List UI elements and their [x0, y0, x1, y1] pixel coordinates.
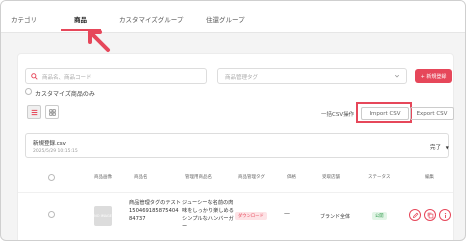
copy-icon	[427, 212, 433, 218]
tag-badge: ダウンロード	[235, 212, 267, 220]
copy-button[interactable]	[424, 209, 436, 221]
search-icon	[31, 73, 38, 80]
upload-status[interactable]: 完了 ▼	[430, 143, 449, 151]
header-edit: 編集	[425, 175, 434, 180]
edit-button[interactable]	[409, 209, 421, 221]
header-admin-name: 管理用商品名	[185, 175, 212, 180]
header-status: ステータス	[368, 175, 391, 180]
grid-view-button[interactable]	[45, 105, 59, 119]
pointer-arrow-icon	[88, 30, 110, 52]
select-all-checkbox[interactable]	[48, 174, 55, 181]
new-register-button[interactable]: + 新規登録	[415, 69, 452, 83]
list-icon	[31, 109, 37, 115]
product-panel: 商品名、商品コード 商品管理タグ + 新規登録 カスタマイズ商品のみ 一括CSV…	[17, 53, 454, 240]
header-image: 商品画像	[94, 175, 112, 180]
search-placeholder: 商品名、商品コード	[42, 75, 92, 81]
custom-only-checkbox[interactable]	[25, 88, 32, 95]
export-csv-button[interactable]: Export CSV	[410, 107, 454, 120]
header-tag: 商品管理タグ	[238, 175, 265, 180]
product-thumbnail: NO IMAGE	[94, 206, 112, 226]
table-header: 商品画像 商品名 管理用商品名 商品管理タグ 価格 受取店舗 ステータス 編集	[18, 172, 453, 184]
product-name-cell: 商品管理タグのテスト 150469185875404 84737	[129, 199, 183, 223]
tab-group[interactable]: 住還グループ	[206, 14, 245, 24]
header-store: 受取店舗	[322, 175, 340, 180]
bulk-csv-label: 一括CSV操作	[321, 112, 355, 118]
grid-icon	[48, 108, 56, 116]
import-highlight-box	[356, 102, 412, 123]
tab-bar: カテゴリ 商品 カスタマイズグループ 住還グループ	[1, 1, 465, 33]
caret-down-icon: ▼	[445, 145, 449, 150]
custom-only-label: カスタマイズ商品のみ	[35, 91, 95, 98]
tag-select[interactable]: 商品管理タグ	[217, 68, 407, 84]
search-input[interactable]: 商品名、商品コード	[25, 68, 207, 84]
header-name: 商品名	[134, 175, 148, 180]
status-badge: 公開	[372, 212, 387, 220]
tag-select-placeholder: 商品管理タグ	[225, 75, 259, 81]
upload-history-item: 新規登録.csv 2025/5/29 10:15:15 完了 ▼	[25, 133, 449, 158]
tab-products[interactable]: 商品	[74, 14, 87, 24]
info-button[interactable]	[439, 209, 451, 221]
list-view-button[interactable]	[27, 105, 41, 119]
row-checkbox[interactable]	[48, 211, 55, 218]
chevron-down-icon	[394, 74, 400, 78]
tab-category[interactable]: カテゴリ	[11, 14, 37, 24]
pencil-icon	[412, 212, 418, 218]
product-name: 商品管理タグのテスト	[129, 200, 181, 206]
tab-customize-group[interactable]: カスタマイズグループ	[119, 14, 183, 24]
app-window: カテゴリ 商品 カスタマイズグループ 住還グループ 商品名、商品コード 商品管理…	[0, 0, 466, 241]
store-value: ブランド全体	[320, 214, 351, 220]
upload-status-text: 完了	[430, 145, 442, 151]
product-code: 150469185875404 84737	[129, 208, 179, 222]
admin-product-name: ジューシーな名前の肉味をしっかり楽しめるシンプルなハンバーガー	[182, 200, 234, 230]
price-value: —	[284, 210, 290, 217]
header-price: 価格	[287, 175, 296, 180]
info-icon	[444, 212, 446, 218]
upload-file-name: 新規登録.csv	[33, 141, 66, 147]
table-row[interactable]: NO IMAGE 商品管理タグのテスト 150469185875404 8473…	[18, 192, 453, 240]
upload-date: 2025/5/29 10:15:15	[33, 149, 78, 154]
